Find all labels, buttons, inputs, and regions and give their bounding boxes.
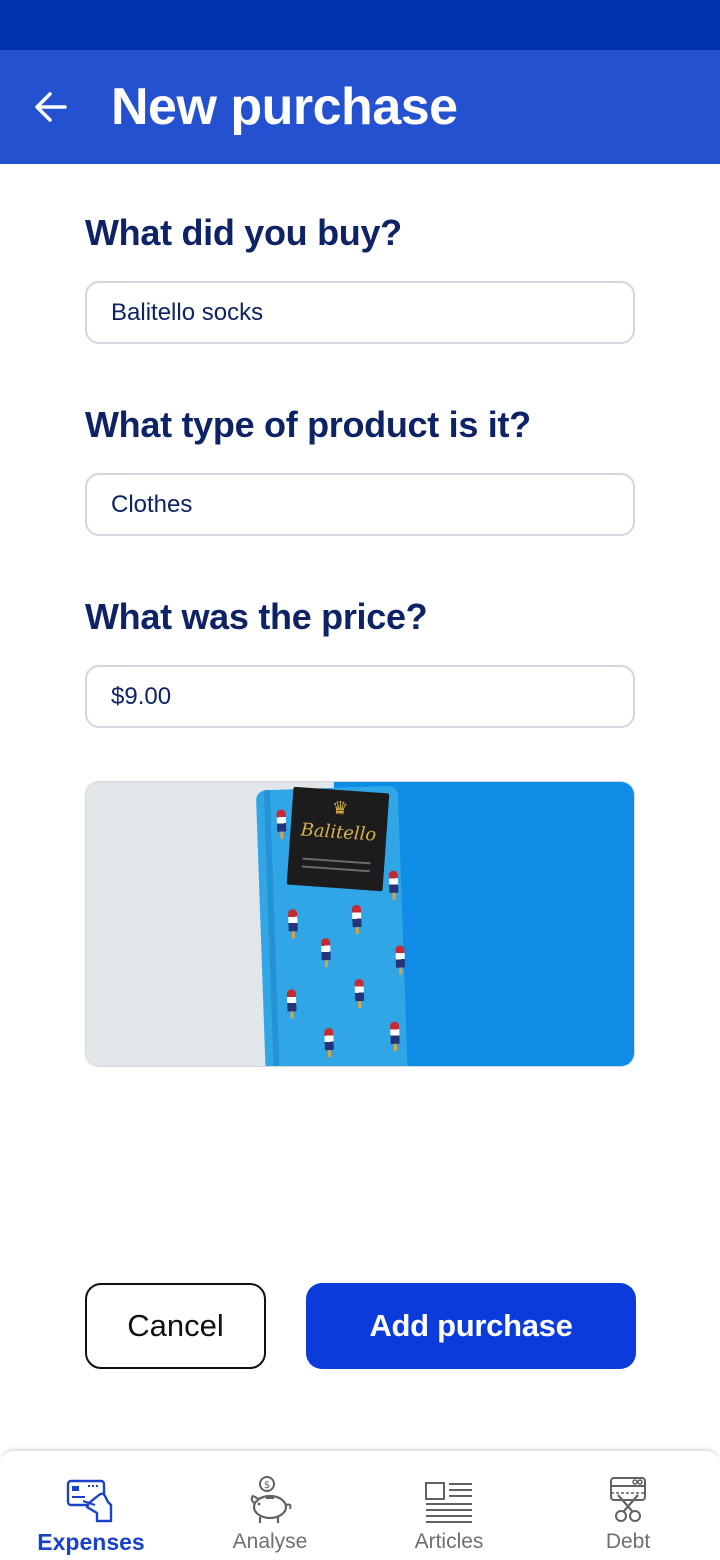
credit-card-hand-icon [65,1475,117,1527]
add-purchase-button[interactable]: Add purchase [306,1283,636,1369]
item-field[interactable] [85,281,635,344]
nav-item-articles[interactable]: Articles [378,1451,520,1560]
arrow-left-icon [35,92,67,122]
type-field[interactable] [85,473,635,536]
svg-text:$: $ [264,1480,270,1491]
cancel-button[interactable]: Cancel [85,1283,266,1369]
app-bar: New purchase [0,50,720,164]
back-button[interactable] [22,78,80,136]
price-input[interactable] [87,667,633,726]
crown-icon: ♛ [331,797,349,819]
nav-item-analyse[interactable]: $ Analyse [199,1451,341,1560]
nav-item-debt[interactable]: Debt [557,1451,699,1560]
nav-label-analyse: Analyse [232,1530,308,1553]
nav-item-expenses[interactable]: Expenses [20,1451,162,1560]
nav-label-debt: Debt [605,1530,651,1553]
piggy-bank-icon: $ [244,1475,296,1527]
status-bar [0,0,720,50]
type-question-label: What type of product is it? [85,404,531,445]
item-input[interactable] [87,283,633,342]
page-title: New purchase [111,78,458,136]
brand-logo: Balitello [299,819,377,846]
newspaper-icon [423,1475,475,1527]
nav-label-expenses: Expenses [37,1529,145,1555]
brand-tag: ♛ Balitello [286,786,390,892]
product-photo[interactable]: ♛ Balitello [85,781,635,1067]
type-input[interactable] [87,475,633,534]
bottom-navigation: Expenses $ Analyse Articles Debt [0,1449,720,1560]
nav-label-articles: Articles [414,1530,484,1553]
cut-card-icon [602,1475,654,1527]
price-field[interactable] [85,665,635,728]
price-question-label: What was the price? [85,596,428,637]
item-question-label: What did you buy? [85,212,402,253]
